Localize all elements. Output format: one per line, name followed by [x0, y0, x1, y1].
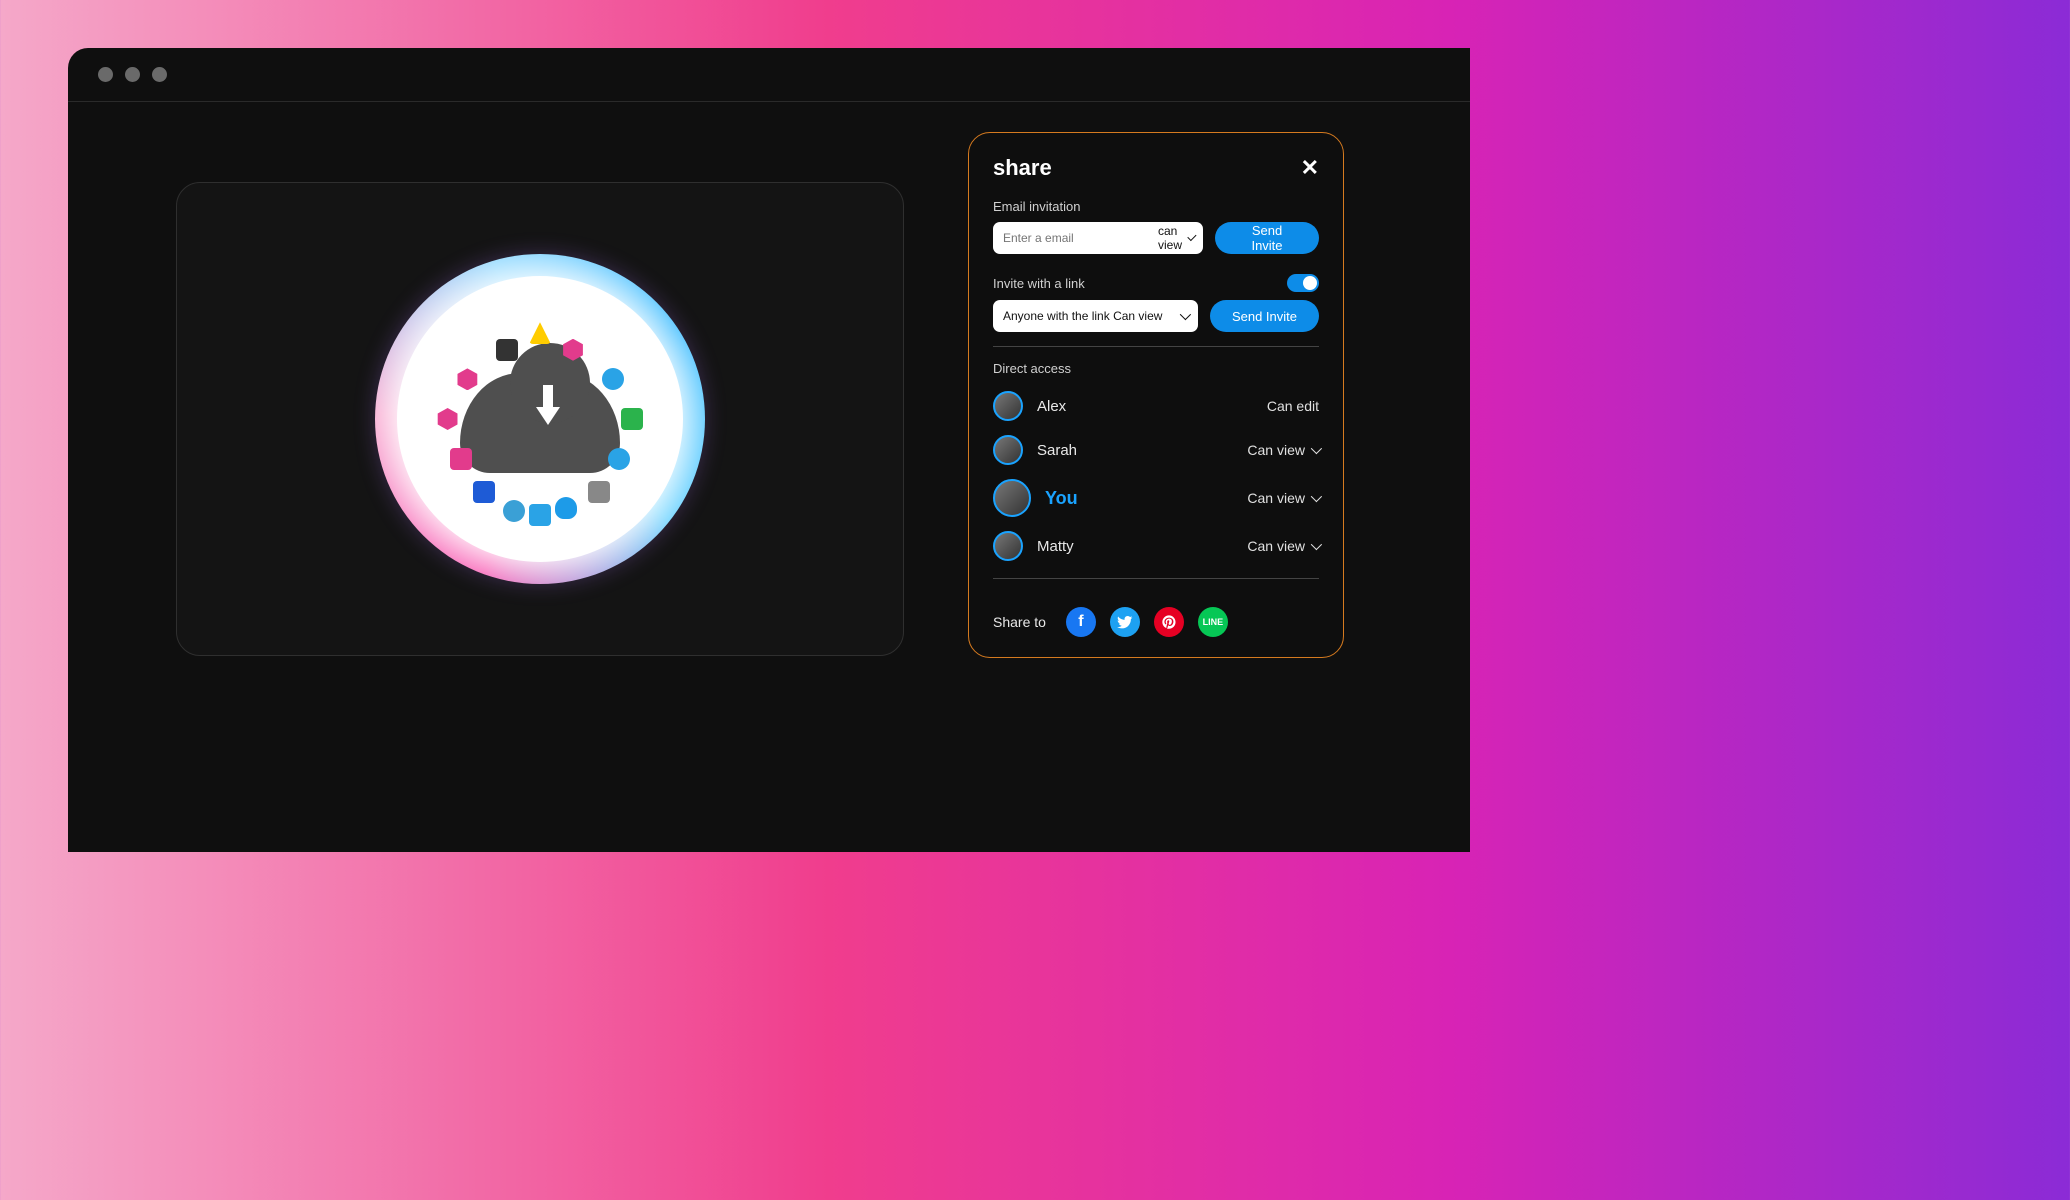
window-control-close[interactable] — [98, 67, 113, 82]
chevron-down-icon — [1187, 232, 1196, 241]
browser-window: share ✕ Email invitation can view Send I… — [68, 48, 1470, 852]
avatar — [993, 479, 1031, 517]
cloud-hex-icon — [437, 408, 459, 430]
avatar — [993, 531, 1023, 561]
email-input-group: can view — [993, 222, 1203, 254]
chevron-down-icon — [1311, 443, 1322, 454]
access-user-name: Matty — [1037, 538, 1233, 555]
padlock-small-icon — [588, 481, 610, 503]
share-to-section: Share to f LINE — [993, 593, 1319, 637]
access-user-permission-select[interactable]: Can view — [1247, 538, 1319, 554]
shield-green-icon — [621, 408, 643, 430]
window-control-max[interactable] — [152, 67, 167, 82]
content-area: share ✕ Email invitation can view Send I… — [68, 102, 1470, 852]
badge-icon — [473, 481, 495, 503]
link-permission-select[interactable]: Anyone with the link Can view — [993, 300, 1198, 332]
access-user-name: Alex — [1037, 398, 1253, 415]
close-icon[interactable]: ✕ — [1301, 155, 1319, 181]
window-title-bar — [68, 48, 1470, 102]
cloud-icon — [460, 373, 620, 473]
lock-icon — [496, 339, 518, 361]
share-dialog: share ✕ Email invitation can view Send I… — [968, 132, 1344, 658]
access-user-row: Alex Can edit — [993, 384, 1319, 428]
key-hex-icon — [456, 368, 478, 390]
line-icon[interactable]: LINE — [1198, 607, 1228, 637]
email-permission-value: can view — [1158, 224, 1185, 252]
access-user-name-current: You — [1045, 488, 1233, 509]
divider — [993, 578, 1319, 579]
warning-icon — [529, 322, 551, 344]
pinterest-icon[interactable] — [1154, 607, 1184, 637]
access-user-permission: Can edit — [1267, 398, 1319, 414]
direct-access-label: Direct access — [993, 361, 1319, 376]
facebook-icon[interactable]: f — [1066, 607, 1096, 637]
link-invite-toggle[interactable] — [1287, 274, 1319, 292]
cloud-small-icon — [555, 497, 577, 519]
divider — [993, 346, 1319, 347]
server-icon — [450, 448, 472, 470]
download-arrow-icon — [536, 407, 560, 425]
email-invitation-label: Email invitation — [993, 199, 1319, 214]
mail-icon — [608, 448, 630, 470]
email-permission-select[interactable]: can view — [1158, 224, 1193, 252]
send-link-invite-button[interactable]: Send Invite — [1210, 300, 1319, 332]
sync-icon — [602, 368, 624, 390]
access-user-row: Sarah Can view — [993, 428, 1319, 472]
chevron-down-icon — [1311, 491, 1322, 502]
chevron-down-icon — [1180, 309, 1191, 320]
send-email-invite-button[interactable]: Send Invite — [1215, 222, 1319, 254]
access-user-row: Matty Can view — [993, 524, 1319, 568]
access-user-name: Sarah — [1037, 442, 1233, 459]
cloud-security-illustration — [375, 254, 705, 584]
chevron-down-icon — [1311, 539, 1322, 550]
window-control-min[interactable] — [125, 67, 140, 82]
access-user-row: You Can view — [993, 472, 1319, 524]
avatar — [993, 391, 1023, 421]
main-preview-card — [176, 182, 904, 656]
email-input[interactable] — [1003, 231, 1158, 245]
link-permission-value: Anyone with the link Can view — [1003, 309, 1162, 323]
access-user-permission-select[interactable]: Can view — [1247, 490, 1319, 506]
avatar — [993, 435, 1023, 465]
globe-icon — [503, 500, 525, 522]
monitor-icon — [529, 504, 551, 526]
invite-link-label: Invite with a link — [993, 276, 1085, 291]
twitter-icon[interactable] — [1110, 607, 1140, 637]
access-user-permission-select[interactable]: Can view — [1247, 442, 1319, 458]
share-dialog-title: share — [993, 155, 1052, 181]
share-to-label: Share to — [993, 614, 1046, 630]
